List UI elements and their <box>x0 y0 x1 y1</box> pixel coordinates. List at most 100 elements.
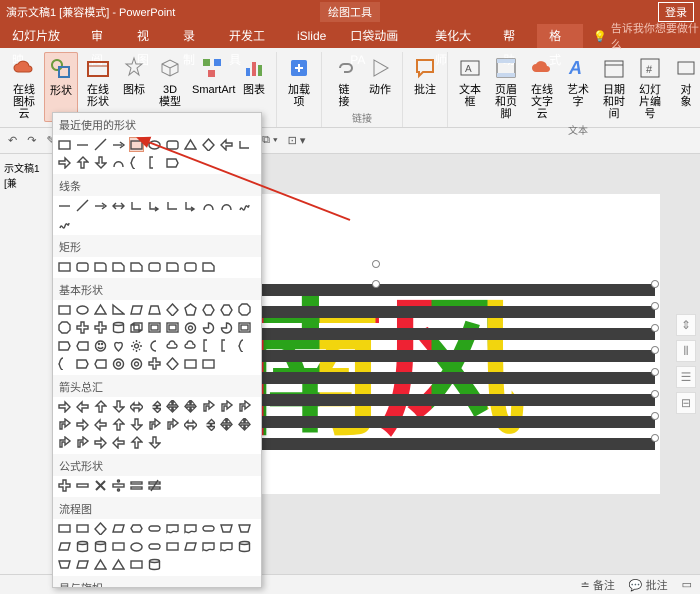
tab-slideshow[interactable]: 幻灯片放映 <box>0 24 79 48</box>
action-button[interactable]: 动作 <box>364 52 396 110</box>
shape-option[interactable] <box>57 539 72 554</box>
shape-option[interactable] <box>93 521 108 536</box>
shape-option[interactable] <box>219 539 234 554</box>
shape-option[interactable] <box>183 539 198 554</box>
shape-option[interactable] <box>57 137 72 152</box>
shape-option[interactable] <box>237 137 252 152</box>
shape-option[interactable] <box>201 259 216 274</box>
shape-option[interactable] <box>57 259 72 274</box>
shape-option[interactable] <box>183 417 198 432</box>
shape-option[interactable] <box>183 356 198 371</box>
shape-option[interactable] <box>57 478 72 493</box>
shape-option[interactable] <box>165 417 180 432</box>
shape-option[interactable] <box>111 399 126 414</box>
online-text-cloud-button[interactable]: 在线 文字云 <box>526 52 558 122</box>
tab-view[interactable]: 视图 <box>125 24 171 48</box>
shape-option[interactable] <box>201 417 216 432</box>
shape-option[interactable] <box>75 478 90 493</box>
shape-option[interactable] <box>183 320 198 335</box>
shape-option[interactable] <box>75 521 90 536</box>
shape-option[interactable] <box>147 137 162 152</box>
tab-format[interactable]: 格式 <box>537 24 583 48</box>
shape-option[interactable] <box>57 435 72 450</box>
shape-option[interactable] <box>111 435 126 450</box>
shape-option[interactable] <box>147 155 162 170</box>
shape-option[interactable] <box>183 198 198 213</box>
shape-option[interactable] <box>111 521 126 536</box>
shape-option[interactable] <box>57 198 72 213</box>
shape-option[interactable] <box>93 198 108 213</box>
shape-option[interactable] <box>111 478 126 493</box>
shape-option[interactable] <box>237 399 252 414</box>
shape-option[interactable] <box>165 356 180 371</box>
shape-option[interactable] <box>237 320 252 335</box>
shape-option[interactable] <box>93 435 108 450</box>
selection-handle[interactable] <box>651 412 659 420</box>
shape-option[interactable] <box>75 417 90 432</box>
shape-option[interactable] <box>93 356 108 371</box>
shape-option[interactable] <box>129 521 144 536</box>
selection-handle[interactable] <box>651 302 659 310</box>
arrange-button[interactable]: ⧉ ▾ <box>262 134 278 147</box>
group-button[interactable]: ⊡ ▾ <box>288 134 306 147</box>
shape-option[interactable] <box>57 216 72 231</box>
shape-option[interactable] <box>219 137 234 152</box>
addin-button[interactable]: 加载 项 <box>283 52 315 110</box>
shape-option[interactable] <box>93 557 108 572</box>
shape-option[interactable] <box>147 539 162 554</box>
shape-option[interactable] <box>129 320 144 335</box>
comment-button[interactable]: 批注 <box>409 52 441 98</box>
tab-beautify[interactable]: 美化大师 <box>423 24 491 48</box>
object-button[interactable]: 对 象 <box>670 52 700 122</box>
shape-option[interactable] <box>93 338 108 353</box>
shape-option[interactable] <box>129 478 144 493</box>
selection-handle[interactable] <box>651 324 659 332</box>
slidenum-button[interactable]: # 幻灯 片编 号 <box>634 52 666 122</box>
shape-option[interactable] <box>129 302 144 317</box>
contextual-tab-label[interactable]: 绘图工具 <box>320 2 380 22</box>
redo-icon[interactable]: ↷ <box>27 134 36 147</box>
shape-option[interactable] <box>165 399 180 414</box>
shape-option[interactable] <box>201 302 216 317</box>
shape-option[interactable] <box>201 521 216 536</box>
shape-option[interactable] <box>201 356 216 371</box>
shape-option[interactable] <box>201 198 216 213</box>
shape-option[interactable] <box>75 302 90 317</box>
shape-option[interactable] <box>165 198 180 213</box>
shape-option[interactable] <box>147 417 162 432</box>
shape-option[interactable] <box>93 478 108 493</box>
shape-option[interactable] <box>75 320 90 335</box>
shape-option[interactable] <box>129 557 144 572</box>
shape-option[interactable] <box>129 155 144 170</box>
selection-handle[interactable] <box>651 368 659 376</box>
login-button[interactable]: 登录 <box>658 2 694 22</box>
shape-option[interactable] <box>183 302 198 317</box>
shape-option[interactable] <box>147 259 162 274</box>
wordart-button[interactable]: A 艺术字 <box>562 52 594 122</box>
shape-option[interactable] <box>57 557 72 572</box>
shape-option[interactable] <box>57 399 72 414</box>
selection-handle[interactable] <box>651 280 659 288</box>
selection-handle[interactable] <box>372 280 380 288</box>
shape-option[interactable] <box>57 521 72 536</box>
shape-option[interactable] <box>57 356 72 371</box>
shape-option[interactable] <box>165 137 180 152</box>
shape-option[interactable] <box>111 338 126 353</box>
shape-option[interactable] <box>111 539 126 554</box>
shape-option[interactable] <box>201 320 216 335</box>
shape-option[interactable] <box>129 356 144 371</box>
shape-option[interactable] <box>147 399 162 414</box>
shape-option[interactable] <box>219 338 234 353</box>
shape-option[interactable] <box>183 521 198 536</box>
shape-option[interactable] <box>129 399 144 414</box>
tab-review[interactable]: 审阅 <box>79 24 125 48</box>
shape-option[interactable] <box>75 137 90 152</box>
shape-option[interactable] <box>201 399 216 414</box>
shape-option[interactable] <box>75 557 90 572</box>
fit-icon[interactable]: ⇕ <box>676 314 696 336</box>
shape-option[interactable] <box>147 557 162 572</box>
selection-handle[interactable] <box>651 390 659 398</box>
shape-option[interactable] <box>147 302 162 317</box>
shape-option[interactable] <box>165 539 180 554</box>
shape-option[interactable] <box>111 198 126 213</box>
